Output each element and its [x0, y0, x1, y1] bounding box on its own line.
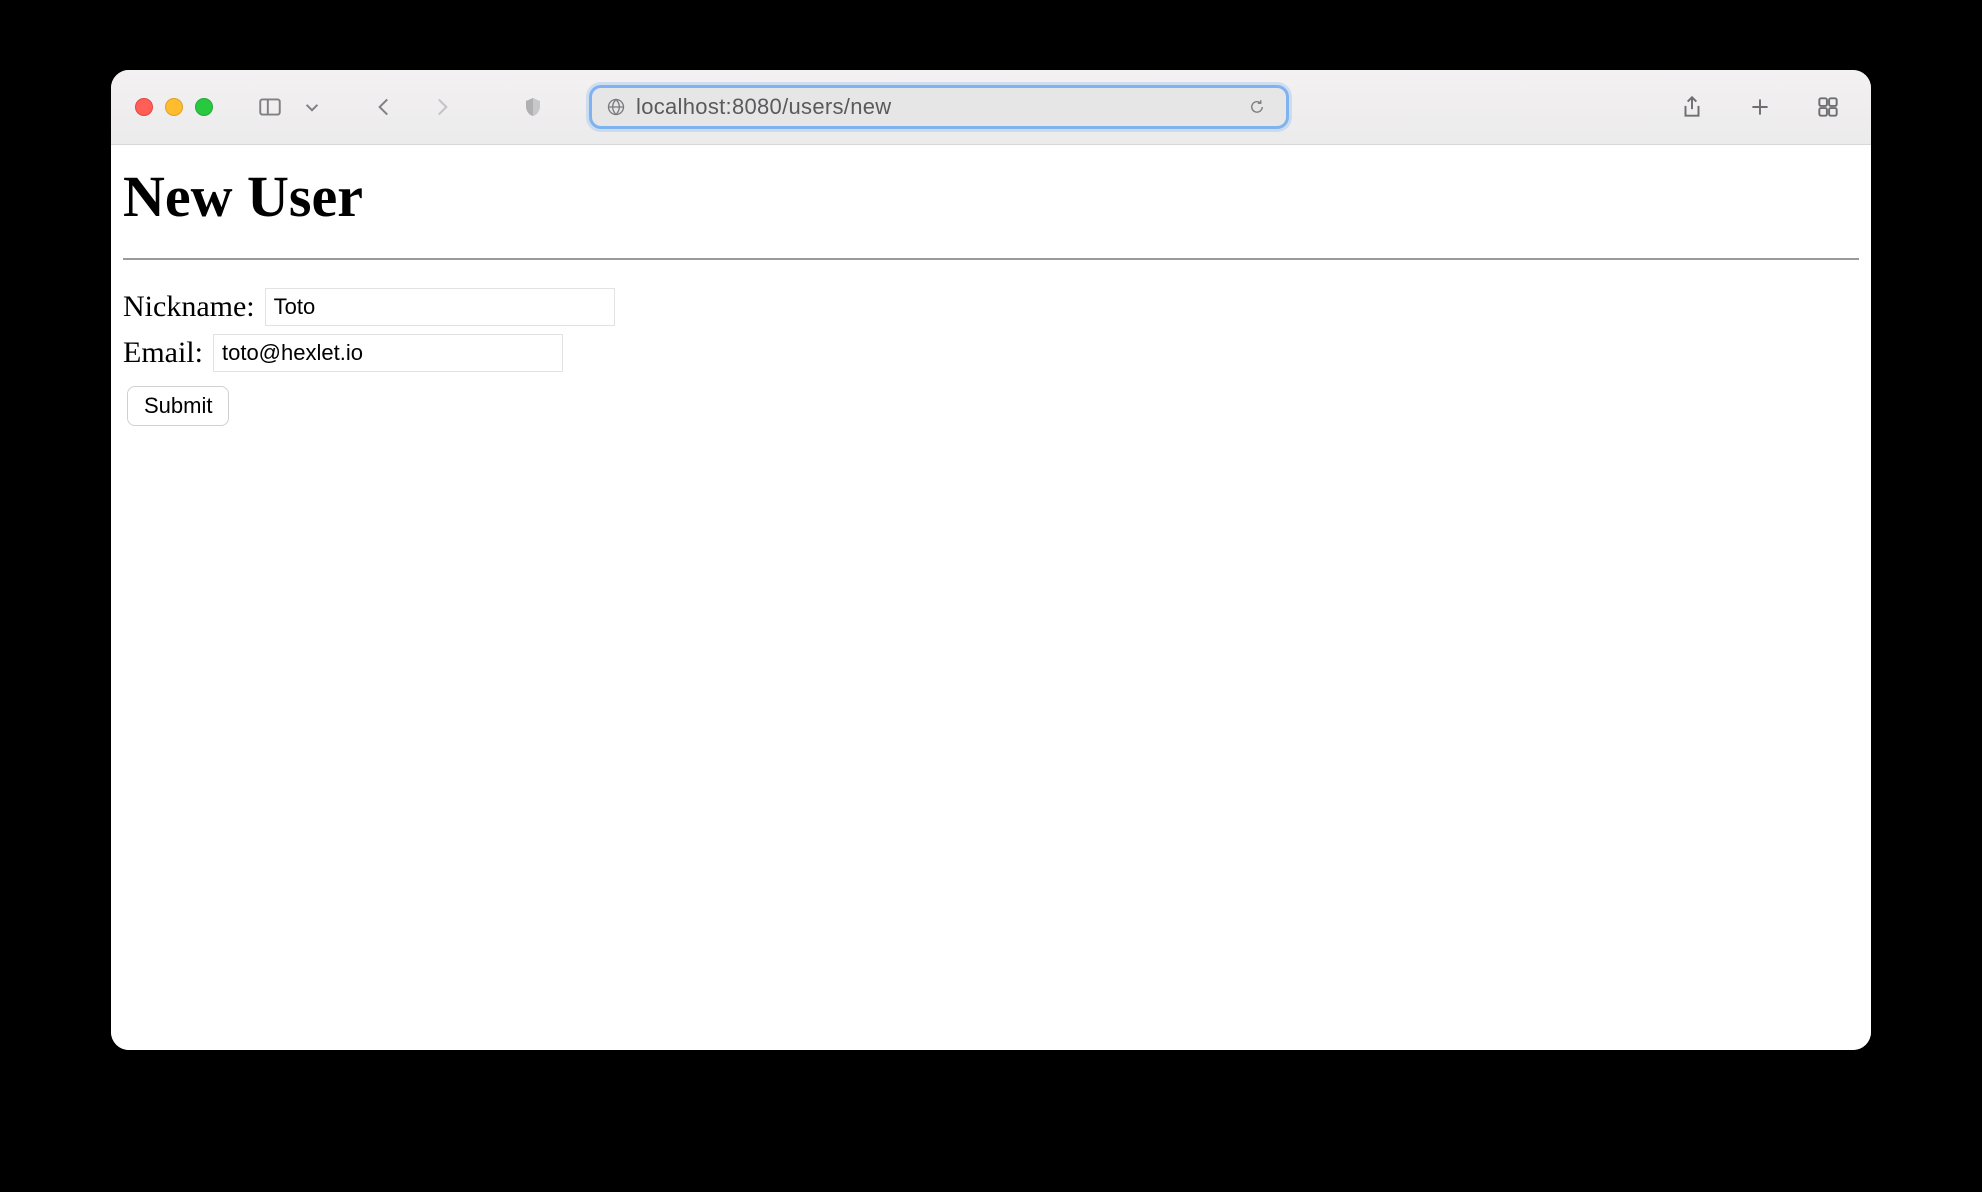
new-user-form: Nickname: Email: Submit [123, 288, 1859, 426]
privacy-group [515, 89, 551, 125]
nickname-row: Nickname: [123, 288, 1859, 326]
address-bar[interactable] [589, 85, 1289, 129]
plus-icon [1747, 94, 1773, 120]
globe-icon [606, 97, 626, 117]
page-title: New User [123, 163, 1859, 230]
share-icon [1679, 94, 1705, 120]
grid-icon [1815, 94, 1841, 120]
window-controls [135, 98, 213, 116]
sidebar-toggle-button[interactable] [251, 88, 289, 126]
tab-overview-button[interactable] [1809, 88, 1847, 126]
email-input[interactable] [213, 334, 563, 372]
right-toolbar [1673, 88, 1847, 126]
chevron-right-icon [429, 94, 455, 120]
nickname-label: Nickname: [123, 290, 255, 324]
sidebar-toggle-group [251, 88, 331, 126]
reload-button[interactable] [1242, 92, 1272, 122]
sidebar-menu-button[interactable] [293, 88, 331, 126]
nickname-input[interactable] [265, 288, 615, 326]
separator [123, 258, 1859, 260]
submit-button[interactable]: Submit [127, 386, 229, 426]
maximize-window-button[interactable] [195, 98, 213, 116]
page-content: New User Nickname: Email: Submit [111, 145, 1871, 1050]
minimize-window-button[interactable] [165, 98, 183, 116]
privacy-report-button[interactable] [515, 89, 551, 125]
sidebar-icon [257, 94, 283, 120]
url-input[interactable] [636, 94, 1242, 120]
browser-titlebar [111, 70, 1871, 145]
chevron-down-icon [299, 94, 325, 120]
close-window-button[interactable] [135, 98, 153, 116]
new-tab-button[interactable] [1741, 88, 1779, 126]
shield-icon [521, 95, 545, 119]
back-button[interactable] [365, 88, 403, 126]
email-row: Email: [123, 334, 1859, 372]
email-label: Email: [123, 336, 203, 370]
share-button[interactable] [1673, 88, 1711, 126]
forward-button[interactable] [423, 88, 461, 126]
browser-window: New User Nickname: Email: Submit [111, 70, 1871, 1050]
chevron-left-icon [371, 94, 397, 120]
navigation-group [365, 88, 461, 126]
reload-icon [1248, 98, 1266, 116]
